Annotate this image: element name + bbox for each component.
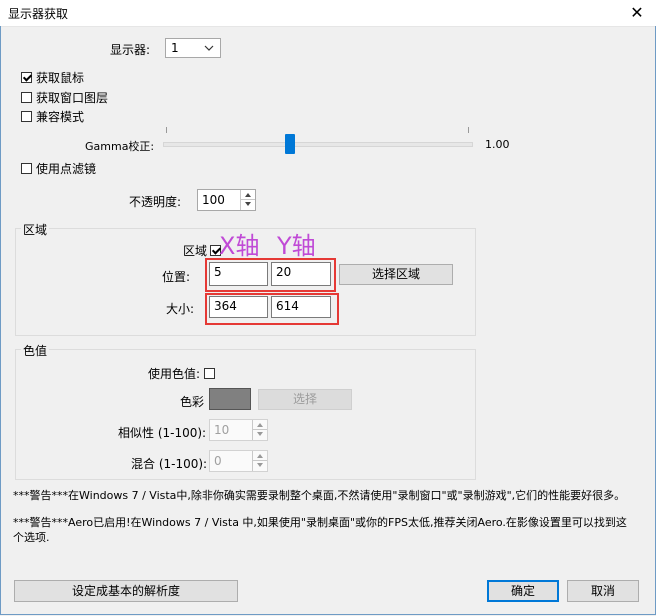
size-width-input[interactable]: 364 (209, 296, 268, 318)
capture-cursor-checkbox[interactable] (21, 72, 32, 83)
use-color-key-option[interactable]: 使用色值: (148, 365, 219, 382)
x-axis-annotation: X轴 (219, 232, 260, 260)
similarity-up-button[interactable] (253, 420, 267, 430)
gamma-label: Gamma校正: (85, 140, 155, 153)
blend-spinner[interactable]: 0 (209, 450, 268, 472)
monitor-select[interactable]: 1 (165, 38, 221, 58)
size-height-input[interactable]: 614 (271, 296, 331, 318)
color-key-group-title: 色值 (21, 342, 50, 359)
opacity-spinner[interactable]: 100 (197, 189, 256, 211)
arrow-down-icon (245, 202, 251, 206)
gamma-slider-track[interactable] (163, 142, 473, 147)
arrow-up-icon (245, 193, 251, 197)
similarity-value: 10 (214, 423, 230, 437)
blend-down-button[interactable] (253, 461, 267, 471)
size-label: 大小: (166, 302, 195, 316)
region-group-title: 区域 (21, 221, 50, 238)
compat-mode-label: 兼容模式 (36, 110, 85, 124)
blend-value: 0 (214, 454, 222, 468)
base-resolution-button[interactable]: 设定成基本的解析度 (14, 580, 238, 602)
blend-up-button[interactable] (253, 451, 267, 461)
chevron-down-icon (204, 45, 214, 51)
monitor-label: 显示器: (110, 43, 151, 57)
size-width-value: 364 (214, 299, 237, 313)
blend-label: 混合 (1-100): (131, 457, 208, 471)
color-label: 色彩 (180, 395, 205, 409)
warning-text-1: ***警告***在Windows 7 / Vista中,除非你确实需要录制整个桌… (13, 489, 626, 502)
use-filter-option[interactable]: 使用点滤镜 (21, 160, 96, 177)
similarity-label: 相似性 (1-100): (118, 426, 207, 440)
similarity-spinner[interactable]: 10 (209, 419, 268, 441)
capture-layered-option[interactable]: 获取窗口图层 (21, 89, 108, 106)
capture-layered-label: 获取窗口图层 (36, 91, 109, 105)
capture-cursor-label: 获取鼠标 (36, 71, 85, 85)
opacity-label: 不透明度: (129, 195, 182, 209)
warning-text-2: ***警告***Aero已启用!在Windows 7 / Vista 中,如果使… (13, 516, 627, 544)
position-y-value: 20 (276, 265, 292, 279)
close-button[interactable]: ✕ (624, 2, 650, 24)
arrow-down-icon (257, 432, 263, 436)
opacity-down-button[interactable] (241, 200, 255, 210)
compat-mode-checkbox[interactable] (21, 111, 32, 122)
arrow-down-icon (257, 463, 263, 467)
position-label: 位置: (162, 270, 191, 284)
gamma-value: 1.00 (485, 138, 510, 151)
position-x-value: 5 (214, 265, 222, 279)
opacity-value: 100 (202, 193, 225, 207)
ok-button[interactable]: 确定 (487, 580, 559, 602)
size-height-value: 614 (276, 299, 299, 313)
use-color-key-label: 使用色值: (148, 367, 201, 381)
use-filter-checkbox[interactable] (21, 163, 32, 174)
region-checkbox-label: 区域 (183, 244, 208, 258)
arrow-up-icon (257, 454, 263, 458)
slider-tick-start (166, 127, 167, 133)
use-color-key-checkbox[interactable] (204, 368, 216, 379)
select-color-button[interactable]: 选择 (258, 389, 352, 410)
arrow-up-icon (257, 423, 263, 427)
capture-cursor-option[interactable]: 获取鼠标 (21, 69, 84, 86)
gamma-slider-thumb[interactable] (285, 134, 295, 154)
y-axis-annotation: Y轴 (277, 232, 316, 260)
compat-mode-option[interactable]: 兼容模式 (21, 108, 84, 125)
title-bar (0, 0, 656, 27)
select-region-button[interactable]: 选择区域 (339, 264, 453, 285)
position-y-input[interactable]: 20 (271, 262, 331, 286)
position-x-input[interactable]: 5 (209, 262, 268, 286)
similarity-down-button[interactable] (253, 430, 267, 440)
color-swatch[interactable] (209, 388, 251, 410)
window-title: 显示器获取 (8, 7, 69, 21)
opacity-up-button[interactable] (241, 190, 255, 200)
capture-layered-checkbox[interactable] (21, 92, 32, 103)
cancel-button[interactable]: 取消 (567, 580, 639, 602)
close-icon: ✕ (630, 3, 644, 22)
slider-tick-end (468, 127, 469, 133)
use-filter-label: 使用点滤镜 (36, 162, 97, 176)
monitor-select-value: 1 (171, 41, 179, 55)
